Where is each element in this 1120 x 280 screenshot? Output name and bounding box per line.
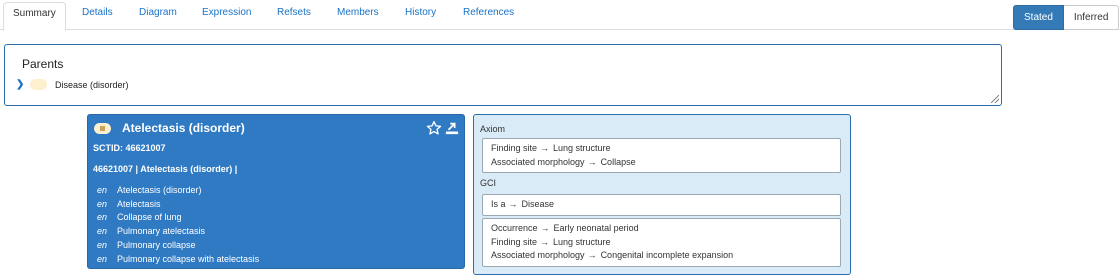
description-row: en Pulmonary collapse with atelectasis [97, 252, 259, 266]
tab-members[interactable]: Members [337, 7, 379, 18]
tab-refsets[interactable]: Refsets [277, 7, 311, 18]
relationship-row: Occurrence → Early neonatal period [491, 222, 832, 236]
relationship-row: Is a → Disease [491, 198, 832, 212]
arrow-icon: → [540, 236, 550, 247]
relationship-row: Finding site → Lung structure [491, 142, 832, 156]
tab-details[interactable]: Details [82, 7, 113, 18]
lang-code: en [97, 240, 108, 251]
attribute-name[interactable]: Occurrence [491, 223, 538, 233]
description-term: Pulmonary atelectasis [117, 226, 206, 237]
parents-title: Parents [22, 57, 64, 71]
attribute-value[interactable]: Lung structure [553, 237, 611, 247]
concept-card: Atelectasis (disorder) SCTID: 46621007 4… [87, 114, 465, 269]
tab-diagram[interactable]: Diagram [139, 7, 177, 18]
attribute-value[interactable]: Congenital incomplete expansion [601, 250, 734, 260]
arrow-icon: → [587, 250, 597, 260]
star-icon[interactable] [426, 120, 442, 136]
resize-handle-icon[interactable] [991, 95, 999, 103]
attribute-value[interactable]: Early neonatal period [554, 223, 639, 233]
chevron-right-icon[interactable]: ❯ [16, 79, 30, 90]
sctid-label: SCTID: 46621007 [93, 143, 166, 153]
fsn-line: 46621007 | Atelectasis (disorder) | [93, 164, 238, 174]
description-term: Atelectasis [117, 198, 161, 209]
parent-label[interactable]: Disease (disorder) [55, 80, 129, 90]
gci-isa-group: Is a → Disease [482, 194, 841, 216]
attribute-name[interactable]: Finding site [491, 237, 537, 247]
attribute-value[interactable]: Collapse [601, 157, 636, 167]
lang-code: en [97, 198, 108, 209]
defined-status-badge-icon [30, 79, 47, 90]
stated-inferred-toggle: Stated Inferred [1013, 5, 1120, 30]
arrow-icon: → [508, 199, 518, 209]
arrow-icon: → [587, 156, 597, 167]
gci-relationship-group: Occurrence → Early neonatal period Finding… [482, 218, 841, 267]
inferred-button[interactable]: Inferred [1063, 5, 1120, 30]
relationship-row: Associated morphology → Collapse [491, 156, 832, 170]
tab-expression[interactable]: Expression [202, 7, 251, 18]
description-term: Pulmonary collapse [117, 240, 196, 251]
attribute-name[interactable]: Is a [491, 199, 506, 209]
lang-code: en [97, 212, 108, 223]
lang-code: en [97, 253, 108, 264]
gci-label: GCI [480, 178, 497, 188]
arrow-icon: → [540, 143, 550, 153]
description-row: en Atelectasis [97, 197, 259, 211]
primitive-badge-icon [94, 123, 111, 134]
attribute-value[interactable]: Disease [522, 199, 555, 209]
description-term: Collapse of lung [117, 212, 182, 223]
parent-item[interactable]: ❯ Disease (disorder) [16, 79, 129, 90]
export-icon[interactable] [445, 121, 459, 135]
axioms-panel: Axiom Finding site → Lung structure Associ… [473, 114, 851, 275]
relationship-row: Finding site → Lung structure [491, 236, 832, 250]
lang-code: en [97, 226, 108, 237]
arrow-icon: → [540, 223, 550, 233]
axiom-relationship-group: Finding site → Lung structure Associated m… [482, 138, 841, 173]
description-row: en Collapse of lung [97, 211, 259, 225]
descriptions-list: en Atelectasis (disorder) en Atelectasis e… [97, 183, 259, 266]
tab-references[interactable]: References [463, 7, 514, 18]
relationship-row: Associated morphology → Congenital incompl… [491, 249, 832, 263]
lang-code: en [97, 184, 108, 195]
attribute-name[interactable]: Finding site [491, 143, 537, 153]
description-term: Atelectasis (disorder) [117, 184, 202, 195]
description-row: en Pulmonary collapse [97, 238, 259, 252]
attribute-value[interactable]: Lung structure [553, 143, 611, 153]
attribute-name[interactable]: Associated morphology [491, 250, 585, 260]
description-row: en Pulmonary atelectasis [97, 224, 259, 238]
tab-summary[interactable]: Summary [3, 2, 66, 31]
description-term: Pulmonary collapse with atelectasis [117, 253, 260, 264]
parents-panel: Parents ❯ Disease (disorder) [4, 44, 1002, 106]
tab-bar: Summary Details Diagram Expression Refse… [0, 0, 1120, 31]
concept-title: Atelectasis (disorder) [122, 121, 245, 135]
attribute-name[interactable]: Associated morphology [491, 157, 585, 167]
description-row: en Atelectasis (disorder) [97, 183, 259, 197]
stated-button[interactable]: Stated [1013, 5, 1064, 30]
tab-history[interactable]: History [405, 7, 436, 18]
axiom-label: Axiom [480, 124, 506, 134]
